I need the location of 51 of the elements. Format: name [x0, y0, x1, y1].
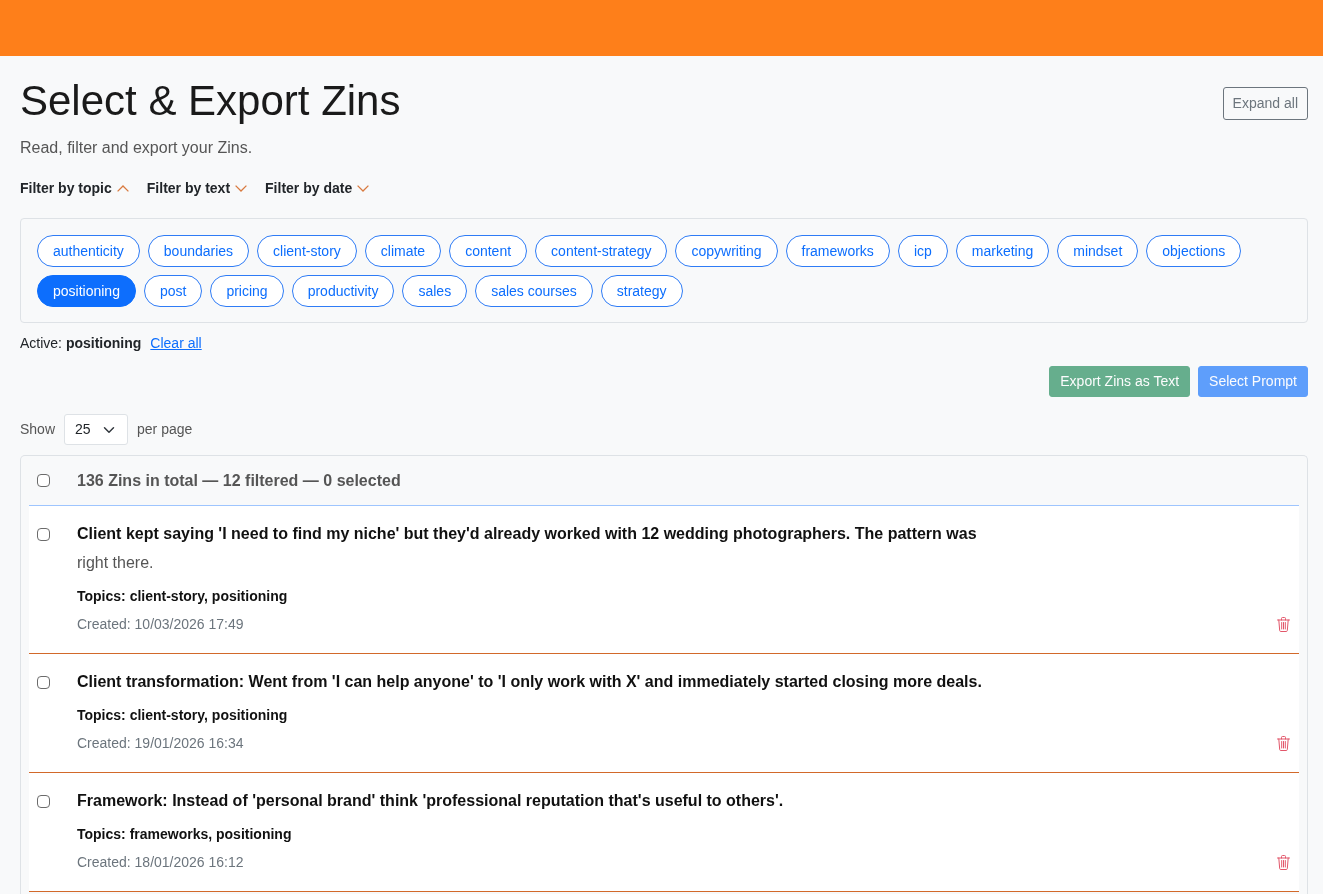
page-subtitle: Read, filter and export your Zins.: [20, 138, 254, 158]
created-date: Created: 10/03/2026 17:49: [77, 615, 244, 634]
topic-pill[interactable]: positioning: [37, 275, 136, 307]
delete-button[interactable]: [1277, 617, 1290, 632]
topic-pill[interactable]: sales courses: [475, 275, 593, 307]
topic-pill[interactable]: icp: [897, 235, 948, 267]
item-checkbox[interactable]: [37, 794, 50, 808]
topic-pill[interactable]: copywriting: [675, 235, 778, 267]
zin-topics: Topics: client-story, positioning: [77, 706, 289, 725]
topic-pill[interactable]: sales: [402, 275, 468, 307]
topic-pill[interactable]: authenticity: [37, 235, 140, 267]
zin-excerpt: right there.: [77, 553, 155, 573]
zin-title: Client transformation: Went from 'I can help anyone' to 'I only work with X' and immediately started closing more deals.: [77, 672, 983, 692]
zin-title: Client kept saying 'I need to find my niche' but they'd already worked with 12 wedding photographers. The pattern was: [77, 524, 978, 544]
delete-button[interactable]: [1277, 736, 1290, 751]
topic-pill[interactable]: content: [449, 235, 528, 267]
show-label: Show: [20, 420, 56, 439]
created-date: Created: 19/01/2026 16:34: [77, 734, 244, 753]
topic-pill[interactable]: content-strategy: [535, 235, 668, 267]
topic-pill[interactable]: strategy: [600, 275, 683, 307]
per-page-label: per page: [137, 420, 193, 439]
item-checkbox[interactable]: [37, 675, 50, 689]
active-filter-text: Active: positioning: [20, 334, 142, 353]
filter-toggle[interactable]: Filter by topic: [20, 178, 129, 199]
page-title: Select & Export Zins: [20, 76, 401, 126]
trash-icon: [1277, 736, 1290, 751]
topic-pill[interactable]: objections: [1146, 235, 1242, 267]
topic-pill[interactable]: productivity: [291, 275, 395, 307]
summary-text: 136 Zins in total — 12 filtered — 0 selected: [77, 470, 401, 491]
select-all-checkbox[interactable]: [37, 474, 50, 487]
filter-toggle[interactable]: Filter by date: [265, 178, 370, 199]
clear-all-link[interactable]: Clear all: [150, 333, 202, 354]
filter-toggle[interactable]: Filter by text: [146, 178, 248, 199]
zin-topics: Topics: frameworks, positioning: [77, 825, 293, 844]
topic-pill[interactable]: boundaries: [147, 235, 250, 267]
topic-pill[interactable]: marketing: [955, 235, 1050, 267]
topic-pill[interactable]: mindset: [1057, 235, 1139, 267]
expand-all-button[interactable]: Expand all: [1222, 87, 1308, 120]
trash-icon: [1277, 617, 1290, 632]
topic-pill[interactable]: climate: [364, 235, 442, 267]
trash-icon: [1277, 855, 1290, 870]
zin-topics: Topics: client-story, positioning: [77, 587, 289, 606]
topic-pill[interactable]: frameworks: [785, 235, 890, 267]
topic-pill[interactable]: client-story: [257, 235, 357, 267]
delete-button[interactable]: [1277, 855, 1290, 870]
topic-pill[interactable]: post: [143, 275, 203, 307]
item-checkbox[interactable]: [37, 527, 50, 541]
per-page-select[interactable]: 25: [64, 414, 129, 445]
created-date: Created: 18/01/2026 16:12: [77, 853, 244, 872]
topic-pill[interactable]: pricing: [210, 275, 284, 307]
zin-title: Framework: Instead of 'personal brand' think 'professional reputation that's useful to others'.: [77, 791, 785, 811]
